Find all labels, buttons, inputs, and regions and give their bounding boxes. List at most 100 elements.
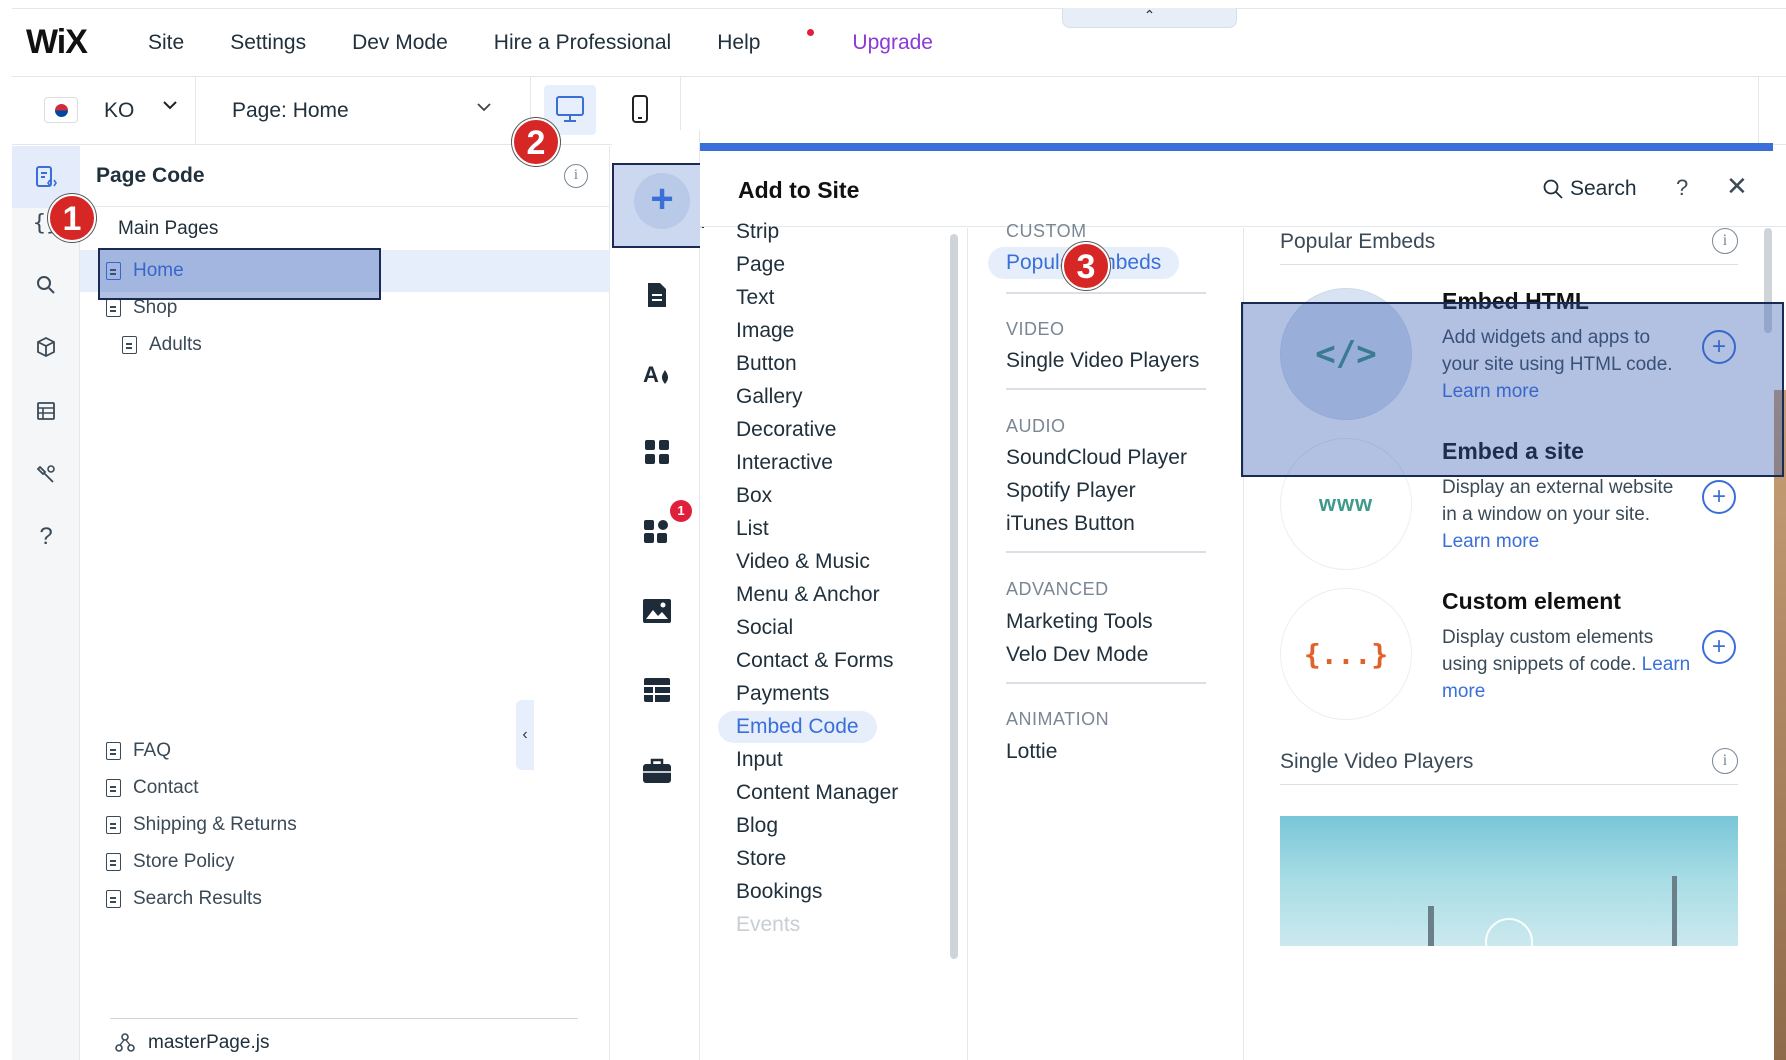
mobile-view-button[interactable] [614, 85, 666, 135]
panel-top-accent-bar [700, 143, 1773, 151]
divider [110, 1018, 578, 1019]
category-item[interactable]: Gallery [736, 385, 803, 409]
category-item[interactable]: Store [736, 847, 786, 871]
collapse-topbar-button[interactable]: ⌃ [1062, 8, 1237, 28]
left-icon-rail: {} ? [12, 146, 80, 1060]
learn-more-link[interactable]: Learn more [1442, 531, 1539, 552]
category-item[interactable]: Strip [736, 220, 779, 244]
page-row-search-results[interactable]: Search Results [106, 888, 262, 910]
nav-site[interactable]: Site [148, 31, 184, 55]
category-item[interactable]: List [736, 517, 769, 541]
nav-settings[interactable]: Settings [230, 31, 306, 55]
info-icon[interactable]: i [1712, 748, 1738, 774]
category-item[interactable]: Menu & Anchor [736, 583, 880, 607]
page-doc-icon [106, 853, 121, 871]
packages-icon[interactable] [12, 316, 80, 378]
language-selector[interactable]: KO [104, 99, 134, 123]
notification-badge: 1 [670, 500, 692, 522]
category-item[interactable]: Button [736, 352, 797, 376]
info-icon[interactable]: i [564, 164, 588, 188]
page-row-faq[interactable]: FAQ [106, 740, 171, 762]
category-item[interactable]: Page [736, 253, 785, 277]
top-bar: WiX Site Settings Dev Mode Hire a Profes… [12, 8, 1786, 77]
custom-element-card[interactable]: {...} Custom element Display custom elem… [1244, 568, 1786, 720]
subcategory-item[interactable]: Single Video Players [1006, 349, 1199, 373]
category-item-embed-code[interactable]: Embed Code [718, 711, 877, 743]
subcategory-item[interactable]: iTunes Button [1006, 512, 1135, 536]
nav-help[interactable]: Help [717, 29, 815, 55]
page-doc-icon [106, 299, 121, 317]
media-image-icon[interactable] [642, 596, 672, 626]
page-row-adults[interactable]: Adults [122, 334, 202, 356]
page-doc-icon [122, 336, 137, 354]
page-row-store-policy[interactable]: Store Policy [106, 851, 234, 873]
category-item[interactable]: Blog [736, 814, 778, 838]
subcategory-item[interactable]: SoundCloud Player [1006, 446, 1187, 470]
add-embed-site-button[interactable]: + [1702, 480, 1736, 514]
subcategory-item[interactable]: Velo Dev Mode [1006, 643, 1148, 667]
category-item[interactable]: Content Manager [736, 781, 898, 805]
nav-help-label: Help [717, 31, 761, 54]
page-label: Search Results [133, 888, 262, 909]
page-doc-icon [106, 816, 121, 834]
category-item[interactable]: Events [736, 913, 800, 937]
cms-table-icon[interactable] [642, 675, 672, 705]
play-icon[interactable] [1485, 918, 1533, 946]
chevron-down-icon[interactable] [160, 95, 180, 121]
subcategory-item[interactable]: Spotify Player [1006, 479, 1136, 503]
highlight-home [98, 248, 381, 300]
add-page-icon[interactable] [642, 280, 672, 310]
add-panel-rail [612, 130, 700, 1060]
annotation-badge-3: 3 [1062, 242, 1110, 290]
page-row-shop[interactable]: Shop [106, 297, 177, 319]
nav-dev-mode[interactable]: Dev Mode [352, 31, 448, 55]
subcategory-item[interactable]: Lottie [1006, 740, 1057, 764]
category-item[interactable]: Input [736, 748, 783, 772]
help-button[interactable]: ? [1676, 175, 1688, 201]
info-icon[interactable]: i [1712, 228, 1738, 254]
close-button[interactable]: ✕ [1726, 171, 1748, 202]
category-item[interactable]: Text [736, 286, 775, 310]
category-item[interactable]: Bookings [736, 880, 822, 904]
wix-logo[interactable]: WiX [26, 23, 88, 62]
divider [1280, 264, 1738, 265]
main-pages-label[interactable]: Main Pages [118, 218, 218, 240]
apps-grid-icon[interactable] [642, 437, 672, 467]
search-button[interactable]: Search [1542, 177, 1637, 201]
video-player-thumbnail[interactable] [1280, 816, 1738, 946]
master-page-file[interactable]: masterPage.js [114, 1032, 269, 1054]
page-selector[interactable]: Page: Home [232, 99, 349, 123]
portfolio-briefcase-icon[interactable] [642, 756, 672, 786]
page-row-shipping[interactable]: Shipping & Returns [106, 814, 297, 836]
developer-tools-icon[interactable] [12, 444, 80, 506]
page-label: Shop [133, 297, 178, 318]
chevron-down-icon[interactable] [474, 97, 494, 122]
nav-upgrade[interactable]: Upgrade [852, 31, 933, 55]
business-apps-icon[interactable] [642, 516, 672, 546]
search-icon[interactable] [12, 254, 80, 316]
add-elements-button[interactable]: + [612, 163, 704, 248]
nav-hire-professional[interactable]: Hire a Professional [494, 31, 671, 55]
category-item[interactable]: Social [736, 616, 793, 640]
category-item[interactable]: Interactive [736, 451, 833, 475]
korea-flag-icon[interactable] [44, 97, 78, 123]
divider [1758, 77, 1759, 145]
editor-toolbar: KO Page: Home [12, 77, 1786, 145]
category-item[interactable]: Contact & Forms [736, 649, 894, 673]
theme-design-icon[interactable]: A [642, 360, 672, 390]
category-item[interactable]: Box [736, 484, 772, 508]
single-video-players-title: Single Video Players [1280, 750, 1474, 773]
page-code-title: Page Code [96, 164, 205, 187]
collapse-panel-handle[interactable]: ‹ [516, 700, 534, 770]
category-item[interactable]: Image [736, 319, 794, 343]
category-item[interactable]: Video & Music [736, 550, 870, 574]
popular-embeds-title: Popular Embeds [1280, 230, 1436, 253]
category-item[interactable]: Payments [736, 682, 829, 706]
subcategory-item[interactable]: Marketing Tools [1006, 610, 1153, 634]
add-custom-element-button[interactable]: + [1702, 630, 1736, 664]
page-row-contact[interactable]: Contact [106, 777, 198, 799]
category-scrollbar[interactable] [950, 234, 958, 959]
database-table-icon[interactable] [12, 380, 80, 442]
category-item[interactable]: Decorative [736, 418, 836, 442]
help-icon[interactable]: ? [12, 506, 80, 568]
